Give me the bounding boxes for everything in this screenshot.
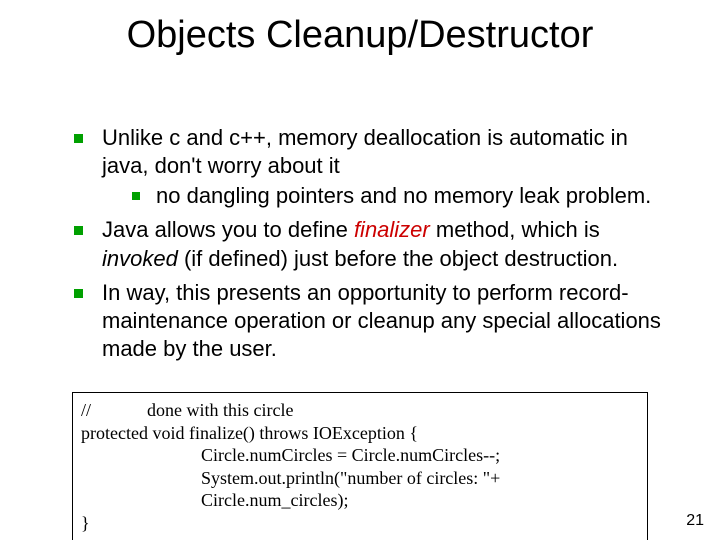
slide-body: Unlike c and c++, memory deallocation is… bbox=[74, 124, 674, 369]
bullet-1: Unlike c and c++, memory deallocation is… bbox=[74, 124, 674, 210]
bullet-3: In way, this presents an opportunity to … bbox=[74, 279, 674, 363]
slide: Objects Cleanup/Destructor Unlike c and … bbox=[0, 0, 720, 540]
page-number: 21 bbox=[686, 512, 704, 530]
code-line-3: Circle.numCircles = Circle.numCircles--; bbox=[81, 444, 639, 467]
bullet-1-sub: no dangling pointers and no memory leak … bbox=[132, 182, 674, 210]
sub-bullet-list: no dangling pointers and no memory leak … bbox=[132, 182, 674, 210]
code-line-2: protected void finalize() throws IOExcep… bbox=[81, 422, 639, 445]
bullet-3-text: In way, this presents an opportunity to … bbox=[102, 280, 661, 361]
bullet-2-pre: Java allows you to define bbox=[102, 217, 354, 242]
bullet-1-text: Unlike c and c++, memory deallocation is… bbox=[102, 125, 628, 178]
bullet-2-mid: method, which is bbox=[430, 217, 600, 242]
bullet-1-sub-text: no dangling pointers and no memory leak … bbox=[156, 183, 651, 208]
code-box: // done with this circle protected void f… bbox=[72, 392, 648, 540]
finalizer-word: finalizer bbox=[354, 217, 430, 242]
slide-title: Objects Cleanup/Destructor bbox=[0, 14, 720, 57]
code-line-4: System.out.println("number of circles: "… bbox=[81, 467, 639, 512]
code-l1-comment: done with this circle bbox=[147, 400, 293, 420]
bullet-2-post: (if defined) just before the object dest… bbox=[178, 246, 618, 271]
code-line-1: // done with this circle bbox=[81, 399, 639, 422]
code-l1-slash: // bbox=[81, 400, 91, 420]
code-line-5: } bbox=[81, 512, 639, 535]
bullet-2: Java allows you to define finalizer meth… bbox=[74, 216, 674, 272]
bullet-list: Unlike c and c++, memory deallocation is… bbox=[74, 124, 674, 363]
invoked-word: invoked bbox=[102, 246, 178, 271]
